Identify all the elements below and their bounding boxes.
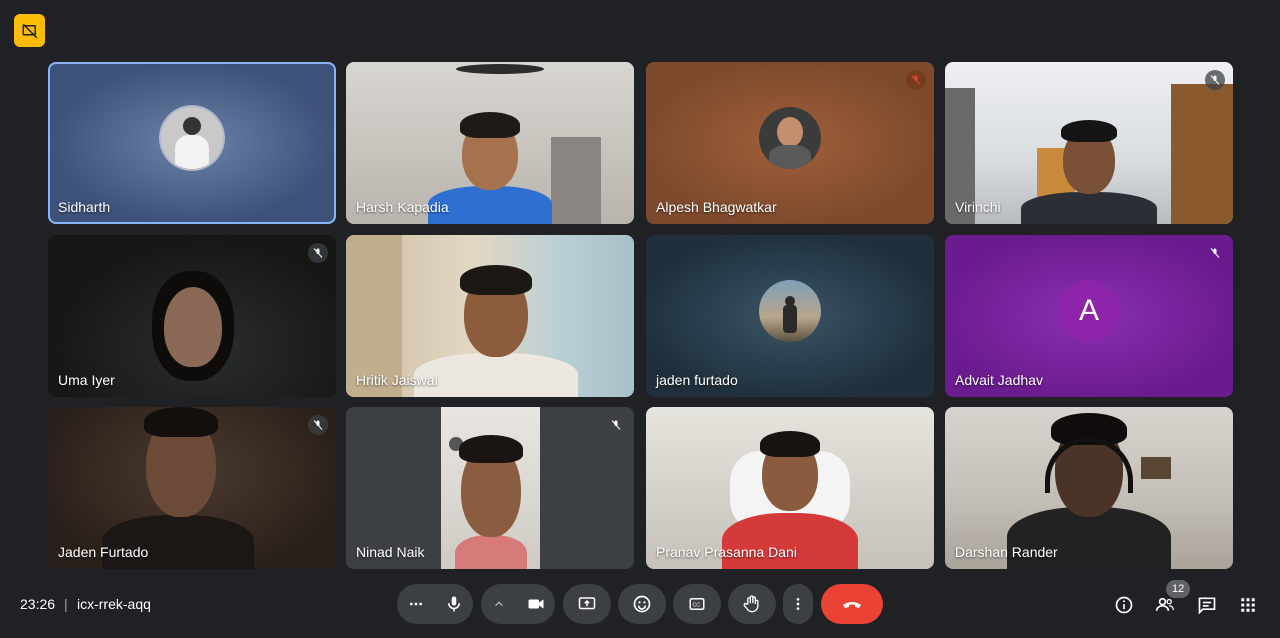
participant-tile-uma-iyer[interactable]: Uma Iyer [48,235,336,397]
participant-name: Uma Iyer [58,372,115,388]
participant-name: Hritik Jaiswal [356,372,438,388]
present-screen-icon [578,597,596,610]
present-screen-button[interactable] [563,584,611,624]
participant-name: Ninad Naik [356,544,425,560]
emoji-icon [633,595,651,613]
camera-control-group [481,584,555,624]
chevron-up-icon[interactable] [481,597,517,611]
participant-tile-jaden-furtado-lower[interactable]: jaden furtado [646,235,934,397]
avatar [759,107,821,170]
separator: | [64,596,68,612]
participant-name: Pranav Prasanna Dani [656,544,797,560]
participant-tile-advait-jadhav[interactable]: A Advait Jadhav [945,235,1233,397]
participant-name: Jaden Furtado [58,544,149,560]
video-feed [1009,62,1169,224]
end-call-button[interactable] [821,584,883,624]
mic-off-icon [606,415,626,435]
emoji-button[interactable] [618,584,666,624]
svg-text:CC: CC [693,602,701,608]
end-call-icon [843,602,861,608]
activities-icon[interactable] [1236,593,1260,617]
meeting-time: 23:26 [20,596,56,612]
participant-tile-hritik-jaiswal[interactable]: Hritik Jaiswal [346,235,634,397]
participant-name: Sidharth [58,199,111,215]
participant-tile-alpesh-bhagwatkar[interactable]: Alpesh Bhagwatkar [646,62,934,224]
participant-name: Alpesh Bhagwatkar [656,199,777,215]
participant-name: Virinchi [955,199,1001,215]
more-vert-icon [796,598,800,610]
bottom-toolbar: 23:26 | icx-rrek-aqq CC 12 [0,580,1280,638]
mic-off-icon [308,415,328,435]
avatar [759,280,821,343]
meeting-code: icx-rrek-aqq [77,596,151,612]
video-feed [112,235,272,397]
info-icon[interactable] [1112,593,1136,617]
mic-off-icon [1205,243,1225,263]
participant-name: Darshan Rander [955,544,1058,560]
camera-icon[interactable] [517,595,555,613]
chat-icon[interactable] [1195,593,1219,617]
participant-tile-virinchi[interactable]: Virinchi [945,62,1233,224]
captions-icon: CC [689,598,705,610]
participant-name: Advait Jadhav [955,372,1043,388]
participant-tile-jaden-furtado[interactable]: Jaden Furtado [48,407,336,569]
microphone-icon[interactable] [435,595,473,613]
more-options-icon[interactable] [397,596,435,612]
mic-off-icon [906,70,926,90]
participant-name: jaden furtado [656,372,738,388]
mic-off-icon [308,243,328,263]
participant-tile-ninad-naik[interactable]: Ninad Naik [346,407,634,569]
captions-button[interactable]: CC [673,584,721,624]
raise-hand-icon [743,595,759,613]
avatar-initial: A [1058,280,1120,343]
participant-tile-harsh-kapadia[interactable]: Harsh Kapadia [346,62,634,224]
participant-tile-sidharth[interactable]: Sidharth [48,62,336,224]
more-vert-button[interactable] [783,584,813,624]
participant-tile-darshan-rander[interactable]: Darshan Rander [945,407,1233,569]
mic-control-group [397,584,473,624]
participant-grid: Sidharth Harsh Kapadia Alpesh Bhagwatkar [0,0,1280,580]
people-icon[interactable] [1153,593,1177,617]
participant-name: Harsh Kapadia [356,199,449,215]
mic-off-icon [1205,70,1225,90]
raise-hand-button[interactable] [728,584,776,624]
avatar [161,107,223,170]
participant-tile-pranav-prasanna-dani[interactable]: Pranav Prasanna Dani [646,407,934,569]
